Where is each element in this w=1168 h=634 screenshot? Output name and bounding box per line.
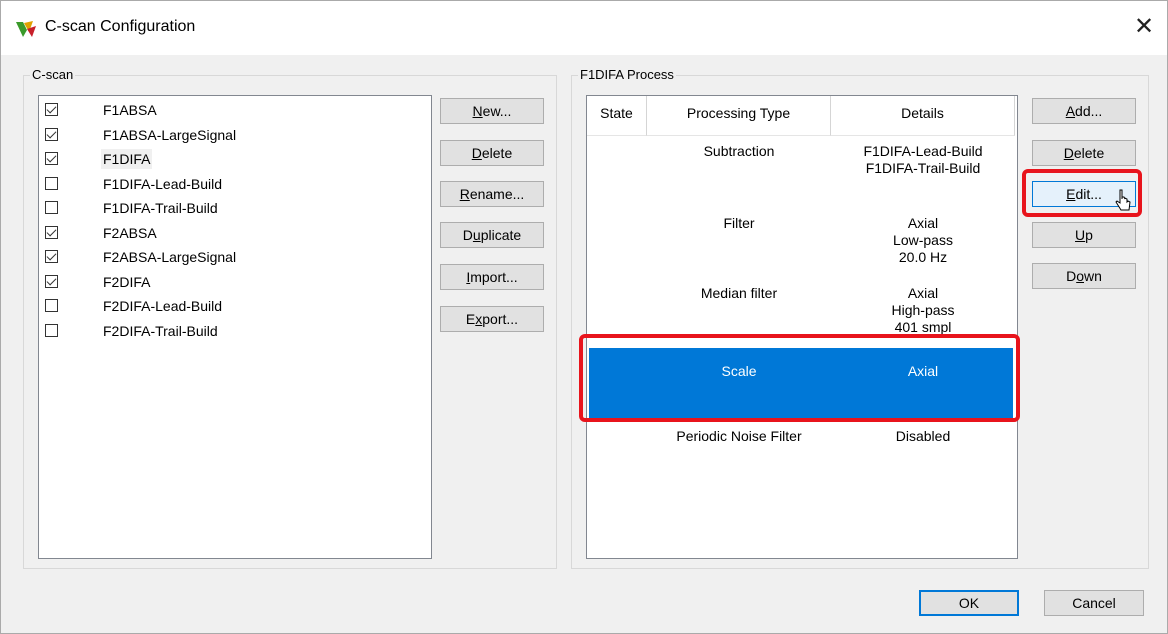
cscan-list-item[interactable]: F2DIFA-Lead-Build [45, 294, 345, 318]
cscan-item-label: F2DIFA [103, 273, 151, 290]
process-group-label: F1DIFA Process [578, 67, 676, 83]
cscan-item-checkbox[interactable] [45, 127, 58, 141]
cscan-configuration-dialog: C-scan Configuration ✕ C-scan F1ABSA F1AB… [0, 0, 1168, 634]
cscan-item-checkbox[interactable] [45, 152, 58, 165]
process-row-type[interactable]: Median filter [647, 285, 831, 302]
cscan-list-item[interactable]: F1ABSA [45, 98, 345, 122]
process-group: F1DIFA Process State Processing Type Det… [571, 67, 1149, 569]
cscan-list-item[interactable]: F1ABSA-LargeSignal [45, 123, 345, 147]
ok-button[interactable]: OK [919, 590, 1019, 616]
process-row-details[interactable]: F1DIFA-Lead-Build F1DIFA-Trail-Build [831, 143, 1015, 177]
up-button[interactable]: Up [1032, 222, 1136, 248]
process-detail-line: 20.0 Hz [898, 249, 948, 265]
cscan-item-checkbox[interactable] [45, 176, 58, 190]
delete-process-button[interactable]: Delete [1032, 140, 1136, 166]
cscan-list-item[interactable]: F2DIFA-Trail-Build [45, 319, 345, 343]
process-table[interactable]: State Processing Type Details Subtractio… [586, 95, 1018, 559]
duplicate-button[interactable]: Duplicate [440, 222, 544, 248]
mouse-cursor-icon [1115, 189, 1131, 211]
cscan-item-label: F1DIFA-Lead-Build [103, 175, 223, 192]
process-row-details[interactable]: Axial [831, 363, 1015, 380]
column-header-processing-type[interactable]: Processing Type [647, 96, 831, 136]
selected-row-background [589, 348, 1013, 418]
process-detail-line: High-pass [891, 302, 955, 318]
add-button[interactable]: Add... [1032, 98, 1136, 124]
delete-cscan-button[interactable]: Delete [440, 140, 544, 166]
process-row-type[interactable]: Periodic Noise Filter [647, 428, 831, 445]
process-detail-line: Axial [907, 285, 939, 301]
cscan-list-item[interactable]: F2ABSA [45, 221, 345, 245]
down-button[interactable]: Down [1032, 263, 1136, 289]
cscan-item-label: F1DIFA-Trail-Build [103, 200, 218, 216]
export-button[interactable]: Export... [440, 306, 544, 332]
app-icon [16, 21, 36, 37]
import-button[interactable]: Import... [440, 264, 544, 290]
cscan-item-label: F1ABSA [103, 102, 157, 118]
cscan-list-item[interactable]: F2ABSA-LargeSignal [45, 245, 345, 269]
process-detail-line: Axial [907, 215, 939, 231]
close-button[interactable]: ✕ [1121, 1, 1167, 55]
cscan-item-checkbox[interactable] [45, 103, 58, 116]
cscan-list-item[interactable]: F2DIFA [45, 270, 345, 294]
process-detail-line: Disabled [895, 428, 951, 444]
cancel-button[interactable]: Cancel [1044, 590, 1144, 616]
cscan-item-checkbox[interactable] [45, 274, 58, 288]
cscan-item-label: F2ABSA [103, 224, 157, 241]
cscan-group: C-scan F1ABSA F1ABSA-LargeSignal F1DIFA F1D… [23, 67, 557, 569]
cscan-list-item[interactable]: F1DIFA-Lead-Build [45, 172, 345, 196]
process-detail-line: 401 smpl [894, 319, 952, 335]
process-detail-line: F1DIFA-Trail-Build [865, 160, 981, 176]
cscan-item-label: F2DIFA-Lead-Build [103, 298, 223, 314]
new-button[interactable]: New... [440, 98, 544, 124]
cscan-item-checkbox[interactable] [45, 299, 58, 312]
cscan-item-checkbox[interactable] [45, 225, 58, 239]
title-bar: C-scan Configuration ✕ [1, 1, 1167, 55]
column-header-details[interactable]: Details [831, 96, 1015, 136]
rename-button[interactable]: Rename... [440, 181, 544, 207]
process-row-type[interactable]: Scale [647, 363, 831, 380]
cscan-group-label: C-scan [30, 67, 76, 83]
process-row-details[interactable]: Disabled [831, 428, 1015, 445]
process-row-type[interactable]: Subtraction [647, 143, 831, 160]
cscan-list[interactable]: F1ABSA F1ABSA-LargeSignal F1DIFA F1DIFA-Lea… [38, 95, 432, 559]
process-detail-line: F1DIFA-Lead-Build [863, 143, 983, 159]
process-detail-line: Low-pass [893, 232, 953, 248]
window-title: C-scan Configuration [45, 18, 196, 35]
cscan-item-label: F2DIFA-Trail-Build [103, 322, 218, 339]
process-row-details[interactable]: Axial High-pass 401 smpl [831, 285, 1015, 336]
process-detail-line: Axial [907, 363, 939, 379]
cscan-item-label: F1DIFA [101, 149, 153, 169]
cscan-list-item[interactable]: F1DIFA [45, 147, 345, 171]
cscan-item-label: F2ABSA-LargeSignal [103, 249, 237, 265]
cscan-item-label: F1ABSA-LargeSignal [103, 126, 237, 143]
process-row-type[interactable]: Filter [647, 215, 831, 232]
cscan-item-checkbox[interactable] [45, 250, 58, 263]
cscan-list-item[interactable]: F1DIFA-Trail-Build [45, 196, 345, 220]
column-header-state[interactable]: State [587, 96, 647, 136]
process-row-details[interactable]: Axial Low-pass 20.0 Hz [831, 215, 1015, 266]
cscan-item-checkbox[interactable] [45, 201, 58, 214]
close-icon: ✕ [1133, 13, 1155, 40]
cscan-item-checkbox[interactable] [45, 323, 58, 337]
